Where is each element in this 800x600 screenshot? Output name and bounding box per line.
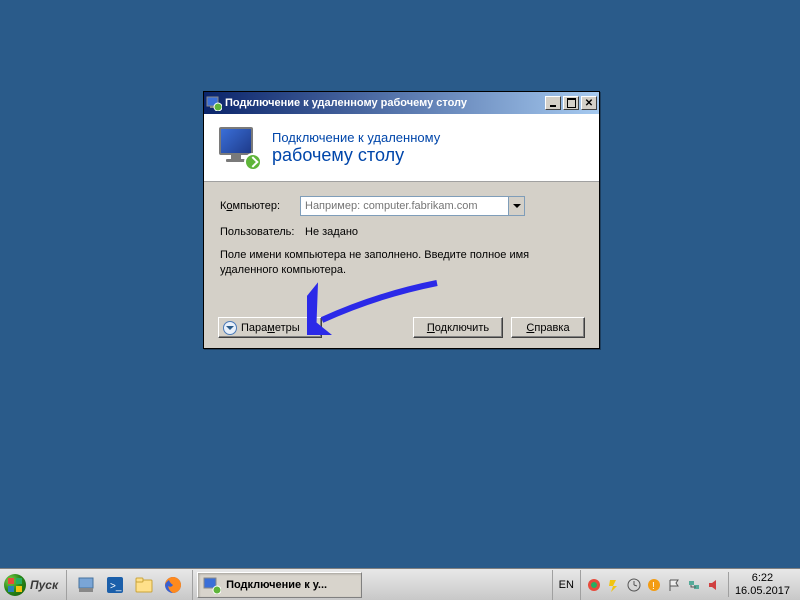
start-button[interactable]: Пуск <box>0 570 67 600</box>
hint-text: Поле имени компьютера не заполнено. Введ… <box>220 248 583 278</box>
tray-icons: ! <box>581 577 728 592</box>
svg-text:!: ! <box>652 581 655 592</box>
flag-icon[interactable] <box>667 577 682 592</box>
maximize-button[interactable] <box>563 96 579 110</box>
clock-icon[interactable] <box>627 577 642 592</box>
user-value: Не задано <box>305 226 358 238</box>
computer-input[interactable] <box>301 197 508 215</box>
computer-combobox[interactable] <box>300 196 525 216</box>
dialog-banner: Подключение к удаленному рабочему столу <box>204 114 599 182</box>
rdp-app-icon <box>206 95 222 111</box>
user-label: Пользователь: <box>220 226 300 238</box>
rdp-banner-icon <box>216 125 262 171</box>
svg-text:>_: >_ <box>110 581 122 592</box>
rdp-app-icon <box>203 576 221 594</box>
chevron-down-icon <box>223 321 237 335</box>
titlebar[interactable]: Подключение к удаленному рабочему столу … <box>204 92 599 114</box>
banner-text: Подключение к удаленному рабочему столу <box>272 130 440 166</box>
explorer-icon[interactable] <box>131 572 157 598</box>
options-button-label: Параметры <box>241 322 300 334</box>
computer-label: Компьютер: <box>220 200 300 212</box>
dialog-content: Компьютер: Пользователь: Не задано Поле … <box>204 182 599 288</box>
close-button[interactable]: ✕ <box>581 96 597 110</box>
window-title: Подключение к удаленному рабочему столу <box>225 97 543 109</box>
volume-icon[interactable] <box>707 577 722 592</box>
dialog-button-row: Параметры Подключить Справка <box>204 317 599 338</box>
taskbar-clock[interactable]: 6:22 16.05.2017 <box>728 572 796 597</box>
help-button[interactable]: Справка <box>511 317 585 338</box>
rdp-dialog: Подключение к удаленному рабочему столу … <box>203 91 600 349</box>
start-label: Пуск <box>30 578 58 592</box>
system-tray: EN ! 6:22 16.05.2017 <box>552 570 800 600</box>
computer-row: Компьютер: <box>220 196 583 216</box>
language-indicator[interactable]: EN <box>552 570 581 600</box>
windows-flag-icon <box>8 578 22 592</box>
quick-launch: >_ <box>67 570 193 600</box>
clock-time: 6:22 <box>735 572 790 585</box>
banner-line2: рабочему столу <box>272 145 440 166</box>
banner-line1: Подключение к удаленному <box>272 130 440 145</box>
minimize-button[interactable] <box>545 96 561 110</box>
clock-date: 16.05.2017 <box>735 585 790 598</box>
connect-button[interactable]: Подключить <box>413 317 503 338</box>
updates-icon[interactable]: ! <box>647 577 662 592</box>
taskbar: Пуск >_ Подключение к у... EN ! 6:22 16.… <box>0 568 800 600</box>
options-button[interactable]: Параметры <box>218 317 322 338</box>
chevron-down-icon[interactable] <box>508 197 524 215</box>
server-manager-icon[interactable] <box>73 572 99 598</box>
taskbar-task-label: Подключение к у... <box>226 579 327 591</box>
shield-icon[interactable] <box>587 577 602 592</box>
powershell-icon[interactable]: >_ <box>102 572 128 598</box>
taskbar-task-rdp[interactable]: Подключение к у... <box>197 572 362 598</box>
network-icon[interactable] <box>687 577 702 592</box>
user-row: Пользователь: Не задано <box>220 226 583 238</box>
power-icon[interactable] <box>607 577 622 592</box>
firefox-icon[interactable] <box>160 572 186 598</box>
